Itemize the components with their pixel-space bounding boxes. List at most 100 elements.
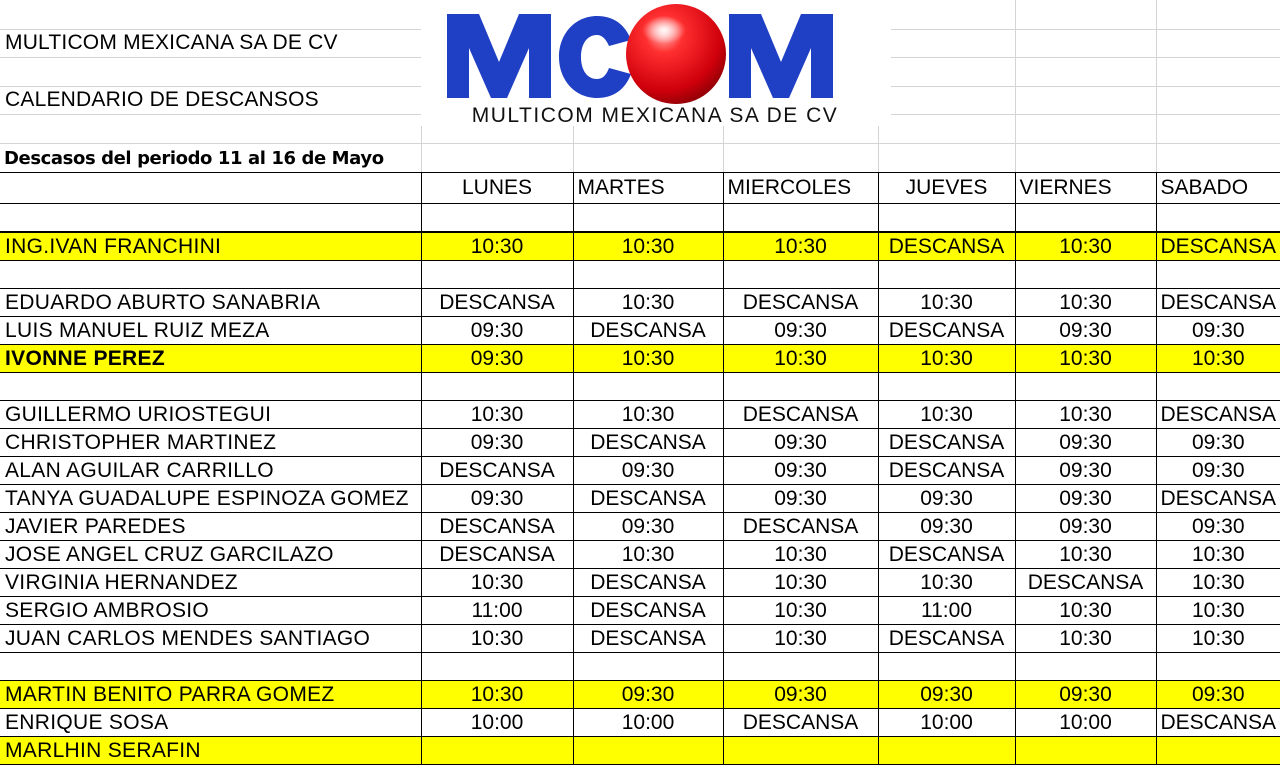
- schedule-cell: 09:30: [1014, 484, 1156, 513]
- schedule-cell: 10:30: [1014, 231, 1156, 261]
- employee-name: SERGIO AMBROSIO: [0, 596, 421, 625]
- day-header-martes: MARTES: [572, 172, 723, 204]
- schedule-cell: DESCANSA: [877, 428, 1015, 457]
- schedule-cell: 10:30: [572, 231, 723, 261]
- employee-row: GUILLERMO URIOSTEGUI 10:30 10:30 DESCANSA 10…: [0, 400, 1280, 429]
- schedule-cell: [877, 652, 1015, 681]
- schedule-cell: 10:30: [722, 596, 878, 625]
- schedule-cell: DESCANSA: [877, 456, 1015, 485]
- schedule-cell: DESCANSA: [1155, 484, 1280, 513]
- employee-row: JUAN CARLOS MENDES SANTIAGO 10:30 DESCANSA…: [0, 624, 1280, 653]
- schedule-cell: 10:30: [420, 400, 573, 429]
- day-header-lunes: LUNES: [420, 172, 573, 204]
- employee-row: EDUARDO ABURTO SANABRIA DESCANSA 10:30 DESC…: [0, 288, 1280, 317]
- schedule-body: ING.IVAN FRANCHINI 10:30 10:30 10:30 DESCANS…: [0, 203, 1280, 765]
- schedule-cell: 10:30: [1014, 400, 1156, 429]
- schedule-cell: DESCANSA: [420, 456, 573, 485]
- schedule-cell: [1155, 203, 1280, 233]
- logo-graphic: MULTICOM MEXICANA SA DE CV: [447, 4, 837, 126]
- schedule-cell: DESCANSA: [1155, 288, 1280, 317]
- employee-row: LUIS MANUEL RUIZ MEZA 09:30 DESCANSA 09:30 D…: [0, 316, 1280, 345]
- schedule-cell: [1014, 260, 1156, 289]
- blank-row: [0, 203, 1280, 233]
- employee-row: CHRISTOPHER MARTINEZ 09:30 DESCANSA 09:30 DE…: [0, 428, 1280, 457]
- employee-name: GUILLERMO URIOSTEGUI: [0, 400, 421, 429]
- employee-name: JAVIER PAREDES: [0, 512, 421, 541]
- schedule-cell: 09:30: [722, 428, 878, 457]
- schedule-cell: DESCANSA: [877, 540, 1015, 569]
- grid-line: [1015, 0, 1016, 172]
- schedule-cell: DESCANSA: [877, 231, 1015, 261]
- schedule-cell: 10:30: [722, 344, 878, 373]
- schedule-cell: 10:00: [1014, 708, 1156, 737]
- schedule-cell: DESCANSA: [572, 624, 723, 653]
- schedule-cell: 09:30: [420, 316, 573, 345]
- schedule-cell: DESCANSA: [877, 624, 1015, 653]
- schedule-cell: DESCANSA: [722, 512, 878, 541]
- schedule-cell: 10:00: [877, 708, 1015, 737]
- schedule-cell: [722, 652, 878, 681]
- employee-name: MARLHIN SERAFIN: [0, 736, 421, 765]
- schedule-cell: 10:30: [1014, 540, 1156, 569]
- schedule-cell: 09:30: [572, 512, 723, 541]
- schedule-cell: DESCANSA: [1155, 708, 1280, 737]
- grid-line: [1156, 0, 1157, 172]
- schedule-cell: DESCANSA: [572, 428, 723, 457]
- day-header-row: LUNES MARTES MIERCOLES JUEVES VIERNES SA…: [0, 172, 1280, 204]
- schedule-cell: [877, 372, 1015, 401]
- schedule-cell: [572, 652, 723, 681]
- schedule-cell: [1014, 203, 1156, 233]
- employee-row: VIRGINIA HERNANDEZ 10:30 DESCANSA 10:30 10:3…: [0, 568, 1280, 597]
- schedule-cell: [1155, 652, 1280, 681]
- employee-name: JOSE ANGEL CRUZ GARCILAZO: [0, 540, 421, 569]
- schedule-cell: [1155, 372, 1280, 401]
- schedule-cell: 10:30: [420, 624, 573, 653]
- employee-name: ING.IVAN FRANCHINI: [0, 231, 421, 261]
- schedule-cell: DESCANSA: [722, 708, 878, 737]
- schedule-cell: [877, 260, 1015, 289]
- schedule-cell: [1014, 652, 1156, 681]
- employee-row: JOSE ANGEL CRUZ GARCILAZO DESCANSA 10:30 10…: [0, 540, 1280, 569]
- schedule-cell: 10:30: [1155, 540, 1280, 569]
- schedule-cell: 10:30: [1014, 288, 1156, 317]
- employee-row: ALAN AGUILAR CARRILLO DESCANSA 09:30 09:30 D…: [0, 456, 1280, 485]
- schedule-cell: 09:30: [1014, 316, 1156, 345]
- employee-row: SERGIO AMBROSIO 11:00 DESCANSA 10:30 11:00 10…: [0, 596, 1280, 625]
- schedule-cell: 09:30: [722, 484, 878, 513]
- blank-row: [0, 652, 1280, 681]
- blank-row: [0, 260, 1280, 289]
- schedule-cell: 09:30: [1014, 456, 1156, 485]
- schedule-cell: [1155, 260, 1280, 289]
- schedule-cell: 10:30: [1155, 344, 1280, 373]
- schedule-cell: 09:30: [1014, 680, 1156, 709]
- schedule-cell: [420, 203, 573, 233]
- employee-name: JUAN CARLOS MENDES SANTIAGO: [0, 624, 421, 653]
- employee-row: MARLHIN SERAFIN: [0, 736, 1280, 765]
- day-header-miercoles: MIERCOLES: [722, 172, 878, 204]
- employee-row: MARTIN BENITO PARRA GOMEZ 10:30 09:30 09:30…: [0, 680, 1280, 709]
- schedule-cell: [1014, 372, 1156, 401]
- schedule-cell: 10:30: [1014, 344, 1156, 373]
- employee-name: [0, 372, 421, 401]
- schedule-cell: 09:30: [572, 456, 723, 485]
- blank-row: [0, 372, 1280, 401]
- schedule-cell: 09:30: [1014, 428, 1156, 457]
- schedule-cell: DESCANSA: [420, 512, 573, 541]
- schedule-cell: DESCANSA: [572, 484, 723, 513]
- schedule-cell: DESCANSA: [1155, 231, 1280, 261]
- schedule-cell: DESCANSA: [877, 316, 1015, 345]
- mcom-logo: MULTICOM MEXICANA SA DE CV: [421, 0, 891, 126]
- schedule-cell: 10:30: [420, 568, 573, 597]
- employee-name: [0, 652, 421, 681]
- schedule-cell: 10:30: [572, 288, 723, 317]
- schedule-cell: 09:30: [420, 428, 573, 457]
- day-header-sabado: SABADO: [1155, 172, 1280, 204]
- period-label: Descasos del periodo 11 al 16 de Mayo: [4, 148, 384, 169]
- employee-name: LUIS MANUEL RUIZ MEZA: [0, 316, 421, 345]
- employee-name: CHRISTOPHER MARTINEZ: [0, 428, 421, 457]
- employee-row: JAVIER PAREDES DESCANSA 09:30 DESCANSA 09:30…: [0, 512, 1280, 541]
- employee-name: [0, 260, 421, 289]
- employee-name: IVONNE PEREZ: [0, 344, 421, 373]
- schedule-cell: DESCANSA: [722, 400, 878, 429]
- schedule-cell: 09:30: [1155, 512, 1280, 541]
